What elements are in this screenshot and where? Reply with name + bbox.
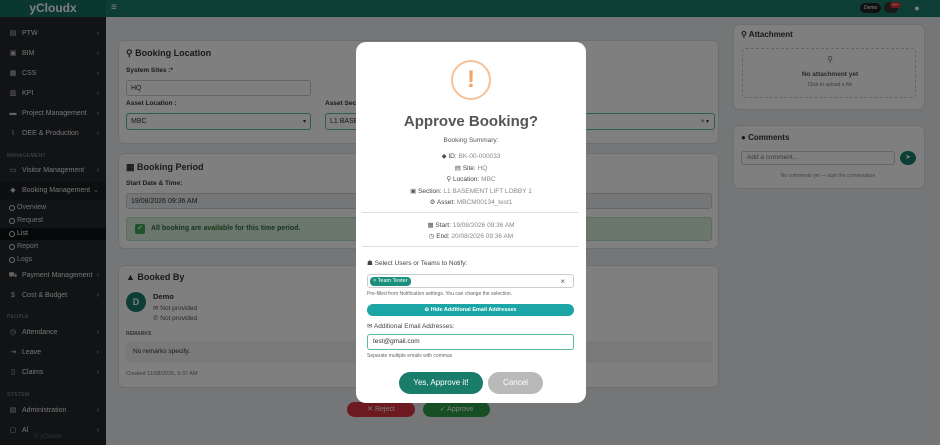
gear-icon: ⚙ [429, 199, 437, 206]
summary-location: ⚲ Location: MBC [446, 176, 496, 183]
email-hint: Separate multiple emails with commas [367, 353, 453, 359]
summary-end: ◷ End: 20/08/2026 09:36 AM [428, 233, 514, 240]
clear-icon[interactable]: × [560, 276, 565, 287]
email-input[interactable]: test@gmail.com [367, 334, 574, 350]
summary-asset: ⚙ Asset: MBCM00134_test1 [429, 199, 513, 206]
prefilled-hint: Pre-filled from Notification settings. Y… [367, 291, 513, 297]
notify-label: ☗ Select Users or Teams to Notify: [367, 260, 468, 267]
notify-select[interactable]: × Team Tester × [367, 274, 574, 288]
map-pin-icon: ⚲ [446, 176, 453, 183]
confirm-approve-button[interactable]: Yes, Approve it! [399, 372, 483, 394]
summary-id: ◆ ID: BK-00-000033 [441, 153, 501, 160]
building-icon: ▤ [454, 165, 463, 172]
summary-section: ▣ Section: L1 BASEMENT LIFT LOBBY 1 [410, 188, 532, 195]
envelope-icon: ✉ [367, 323, 374, 330]
booking-summary-label: Booking Summary: [443, 137, 499, 144]
divider [362, 212, 578, 213]
warning-icon: ! [451, 60, 491, 100]
cube-icon: ▣ [410, 188, 419, 195]
users-icon: ☗ [367, 260, 375, 267]
summary-site: ▤ Site: HQ [454, 165, 488, 172]
hide-emails-button[interactable]: ⊖ Hide Additional Email Addresses [367, 304, 574, 316]
cancel-button[interactable]: Cancel [488, 372, 543, 394]
team-tag[interactable]: × Team Tester [370, 277, 411, 286]
summary-start: ▦ Start: 19/08/2026 09:36 AM [427, 222, 515, 229]
dialog-title: Approve Booking? [403, 113, 539, 130]
divider [362, 246, 578, 247]
email-label: ✉ Additional Email Addresses: [367, 323, 455, 330]
